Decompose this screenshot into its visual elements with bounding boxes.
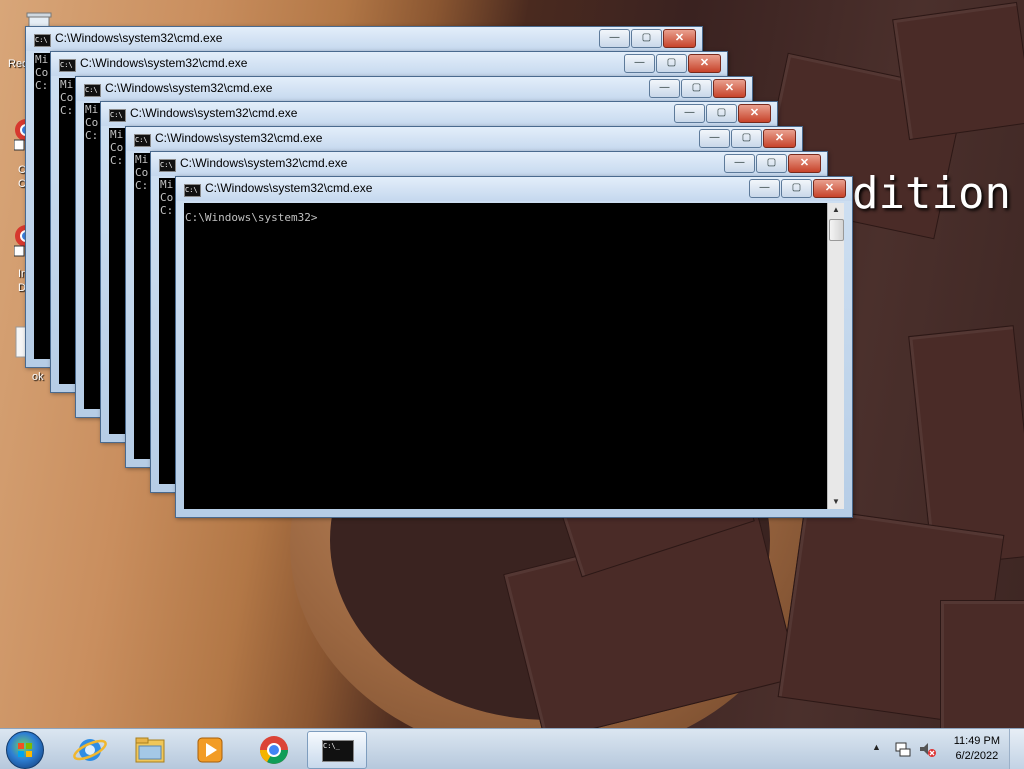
close-icon: ✕ (674, 32, 685, 44)
title-bar[interactable]: C:\ C:\Windows\system32\cmd.exe — ▢ ✕ (126, 127, 802, 151)
overlay-text: dition (852, 168, 1011, 219)
wallpaper-chocolate (892, 1, 1024, 141)
cmd-icon: C:\ (59, 59, 76, 72)
start-button[interactable] (6, 731, 44, 769)
close-button[interactable]: ✕ (688, 54, 721, 73)
clock-date: 6/2/2022 (955, 750, 999, 762)
window-title: C:\Windows\system32\cmd.exe (80, 56, 248, 70)
clock-time: 11:49 PM (953, 735, 1000, 747)
cmd-icon: C:\ (159, 159, 176, 172)
cmd-icon: C:\ (184, 184, 201, 197)
cmd-icon: C:\_ (322, 740, 354, 762)
show-hidden-icons-button[interactable]: ▲ (872, 742, 881, 752)
minimize-icon: — (734, 157, 745, 168)
close-icon: ✕ (699, 57, 710, 69)
scroll-thumb[interactable] (829, 219, 844, 241)
taskbar-chrome[interactable] (246, 731, 302, 767)
minimize-button[interactable]: — (599, 29, 630, 48)
console-line: C:\Windows\system32> (185, 211, 318, 224)
window-title: C:\Windows\system32\cmd.exe (180, 156, 348, 170)
maximize-button[interactable]: ▢ (706, 104, 737, 123)
title-bar[interactable]: C:\ C:\Windows\system32\cmd.exe — ▢ ✕ (26, 27, 702, 51)
close-icon: ✕ (724, 82, 735, 94)
minimize-icon: — (609, 32, 620, 43)
internet-explorer-icon (73, 739, 107, 761)
cmd-window[interactable]: C:\ C:\Windows\system32\cmd.exe — ▢ ✕ C:\Wind… (175, 176, 853, 518)
maximize-icon: ▢ (766, 157, 777, 168)
minimize-button[interactable]: — (749, 179, 780, 198)
vertical-scrollbar[interactable]: ▲▼ (827, 203, 844, 509)
chrome-icon (260, 736, 288, 764)
console-output[interactable]: C:\Windows\system32> (184, 203, 844, 509)
close-icon: ✕ (749, 107, 760, 119)
folder-icon (135, 737, 165, 763)
clock[interactable]: 11:49 PM 6/2/2022 (954, 734, 1000, 764)
wallpaper-chocolate (940, 600, 1024, 728)
minimize-button[interactable]: — (674, 104, 705, 123)
system-tray: ▲ 11:49 PM 6/2/2022 (864, 729, 1024, 769)
window-title: C:\Windows\system32\cmd.exe (130, 106, 298, 120)
maximize-button[interactable]: ▢ (781, 179, 812, 198)
close-button[interactable]: ✕ (813, 179, 846, 198)
close-button[interactable]: ✕ (788, 154, 821, 173)
minimize-button[interactable]: — (724, 154, 755, 173)
scroll-down-icon[interactable]: ▼ (828, 495, 844, 509)
show-desktop-button[interactable] (1009, 729, 1024, 769)
media-player-icon (197, 737, 223, 763)
maximize-icon: ▢ (691, 82, 702, 93)
close-icon: ✕ (799, 157, 810, 169)
network-icon[interactable] (894, 740, 912, 758)
cmd-icon: C:\ (109, 109, 126, 122)
maximize-icon: ▢ (741, 132, 752, 143)
cmd-icon-text: C:\_ (323, 742, 340, 750)
minimize-icon: — (684, 107, 695, 118)
window-title: C:\Windows\system32\cmd.exe (155, 131, 323, 145)
maximize-icon: ▢ (666, 57, 677, 68)
title-bar[interactable]: C:\ C:\Windows\system32\cmd.exe — ▢ ✕ (151, 152, 827, 176)
scroll-up-icon[interactable]: ▲ (828, 203, 844, 217)
taskbar-media-player[interactable] (182, 731, 238, 767)
volume-muted-icon[interactable] (918, 740, 936, 758)
title-bar[interactable]: C:\ C:\Windows\system32\cmd.exe — ▢ ✕ (101, 102, 777, 126)
cmd-icon: C:\ (34, 34, 51, 47)
maximize-icon: ▢ (716, 107, 727, 118)
maximize-button[interactable]: ▢ (631, 29, 662, 48)
minimize-button[interactable]: — (649, 79, 680, 98)
window-title: C:\Windows\system32\cmd.exe (205, 181, 373, 195)
minimize-icon: — (709, 132, 720, 143)
close-button[interactable]: ✕ (738, 104, 771, 123)
title-bar[interactable]: C:\ C:\Windows\system32\cmd.exe — ▢ ✕ (176, 177, 852, 201)
taskbar-windows-explorer[interactable] (122, 731, 178, 767)
taskbar-internet-explorer[interactable] (62, 731, 118, 767)
minimize-button[interactable]: — (624, 54, 655, 73)
maximize-icon: ▢ (641, 32, 652, 43)
minimize-button[interactable]: — (699, 129, 730, 148)
cmd-icon: C:\ (84, 84, 101, 97)
desktop: Rec C C In De ok dition C:\C:\Windows\sy… (0, 0, 1024, 728)
taskbar-cmd[interactable]: C:\_ (307, 731, 367, 769)
title-bar[interactable]: C:\ C:\Windows\system32\cmd.exe — ▢ ✕ (51, 52, 727, 76)
close-icon: ✕ (824, 182, 835, 194)
maximize-button[interactable]: ▢ (731, 129, 762, 148)
maximize-button[interactable]: ▢ (656, 54, 687, 73)
desktop-icon-label: ok (32, 371, 44, 383)
close-button[interactable]: ✕ (713, 79, 746, 98)
title-bar[interactable]: C:\ C:\Windows\system32\cmd.exe — ▢ ✕ (76, 77, 752, 101)
close-button[interactable]: ✕ (663, 29, 696, 48)
windows-flag-icon (18, 743, 32, 757)
maximize-button[interactable]: ▢ (756, 154, 787, 173)
window-title: C:\Windows\system32\cmd.exe (105, 81, 273, 95)
minimize-icon: — (634, 57, 645, 68)
close-icon: ✕ (774, 132, 785, 144)
minimize-icon: — (759, 182, 770, 193)
window-title: C:\Windows\system32\cmd.exe (55, 31, 223, 45)
cmd-icon: C:\ (134, 134, 151, 147)
close-button[interactable]: ✕ (763, 129, 796, 148)
minimize-icon: — (659, 82, 670, 93)
maximize-icon: ▢ (791, 182, 802, 193)
taskbar: C:\_ ▲ 11:49 PM 6/2/2022 (0, 728, 1024, 769)
maximize-button[interactable]: ▢ (681, 79, 712, 98)
